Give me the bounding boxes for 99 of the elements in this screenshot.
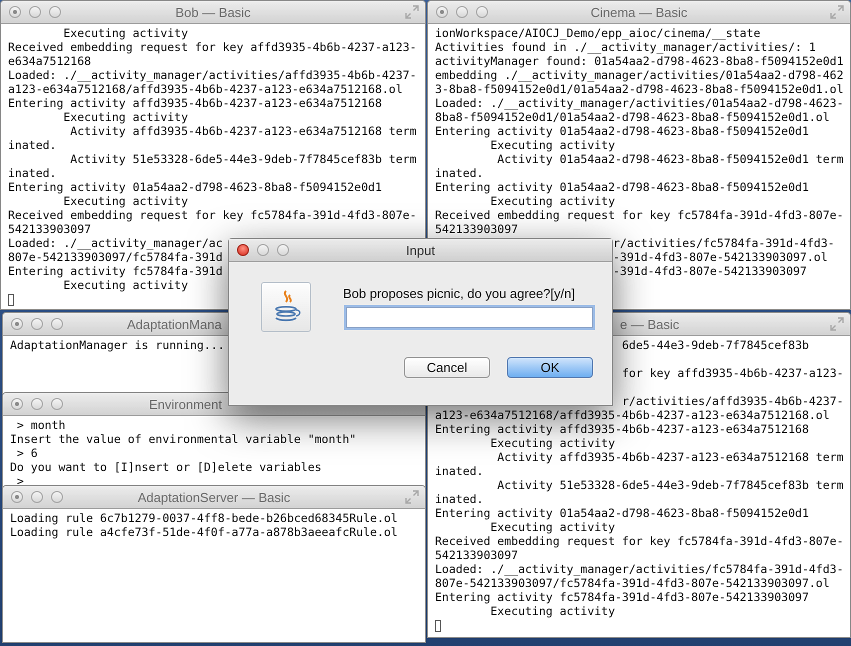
terminal-line: Executing activity (489, 520, 616, 534)
terminal-line: Executing activity (62, 278, 188, 292)
close-button[interactable] (436, 6, 448, 18)
terminal-line: AdaptationManager is running... (10, 338, 225, 352)
terminal-line: Entering activity 01a54aa2-d798-4623-8ba8-f5094152e0d1 (435, 180, 809, 194)
window-title: Cinema — Basic (590, 4, 688, 20)
fullscreen-button[interactable] (405, 490, 419, 504)
terminal-line: 542133903097 (8, 222, 92, 236)
text-cursor (8, 294, 14, 306)
terminal-line: Executing activity (62, 194, 188, 208)
minimize-button[interactable] (31, 318, 43, 330)
terminal-line: 807e-542133903097/fc5784fa-391d (8, 250, 223, 264)
terminal-line: Executing activity (489, 436, 616, 450)
terminal-line: Received embedding request for key affd3935-4b6b-4237-a123- (8, 40, 416, 54)
minimize-button[interactable] (31, 398, 43, 410)
close-button[interactable] (11, 491, 23, 503)
terminal-line: inated. (8, 166, 56, 180)
terminal-line: -391d-4fd3-807e-542133903097 (613, 264, 807, 278)
window-title: AdaptationServer — Basic (138, 490, 290, 504)
terminal-line: embedding ./__activity_manager/activities/01a54aa2-d798-462 (435, 68, 844, 82)
window-title: Environment (149, 396, 222, 412)
minimize-button[interactable] (456, 6, 468, 18)
terminal-line: activityManager found: 01a54aa2-d798-4623-8ba8-f5094152e0d1 (435, 54, 844, 68)
terminal-line: inated. (435, 492, 484, 506)
prompt-text: Bob proposes picnic, do you agree?[y/n] (343, 286, 576, 301)
terminal-line: Entering activity 01a54aa2-d798-4623-8ba8-f5094152e0d1 (8, 180, 382, 194)
terminal-line: Activities found in ./__activity_manager/activities/: 1 (435, 40, 816, 54)
minimize-button[interactable] (31, 491, 43, 503)
fullscreen-button[interactable] (405, 5, 419, 19)
terminal-line: Activity 51e53328-6de5-44e3-9deb-7f7845cef83b term (69, 152, 416, 166)
terminal-line: Activity 51e53328-6de5-44e3-9deb-7f7845cef83b term (496, 478, 844, 492)
terminal-line: Entering activity fc5784fa-391d-4fd3-807e-542133903097 (435, 590, 809, 604)
close-button[interactable] (237, 244, 249, 256)
terminal-line: Executing activity (489, 194, 616, 208)
terminal-line: 542133903097 (435, 548, 518, 562)
terminal-line: Loaded: ./__activity_manager/ac (8, 236, 223, 250)
minimize-button[interactable] (29, 6, 41, 18)
terminal-line: 542133903097 (435, 222, 518, 236)
fullscreen-button[interactable] (830, 5, 844, 19)
terminal-line: a123-e634a7512168/affd3935-4b6b-4237-a123-e634a7512168.ol (435, 408, 830, 422)
terminal-line: Activity affd3935-4b6b-4237-a123-e634a7512168 term (69, 124, 416, 138)
terminal-line: Loaded: ./__activity_manager/activities/fc5784fa-391d-4fd3- (435, 562, 844, 576)
input-field[interactable] (346, 307, 593, 328)
terminal-line: Received embedding request for key fc5784fa-391d-4fd3-807e- (435, 534, 844, 548)
fullscreen-button[interactable] (830, 317, 844, 331)
terminal-line: Entering activity affd3935-4b6b-4237-a123-e634a7512168 (8, 96, 382, 110)
terminal-line: inated. (435, 464, 484, 478)
terminal-line: Executing activity (62, 26, 188, 40)
coffee-cup-icon (261, 282, 311, 332)
terminal-line: r/activities/fc5784fa-391d-4fd3- (613, 236, 835, 250)
zoom-button[interactable] (51, 491, 63, 503)
terminal-line: 8ba8-f5094152e0d1/01a54aa2-d798-4623-8ba8-f5094152e0d1.ol (435, 110, 830, 124)
terminal-line: Entering activity 01a54aa2-d798-4623-8ba8-f5094152e0d1 (435, 506, 809, 520)
terminal-line: Do you want to [I]nsert or [D]elete variables (10, 460, 322, 474)
terminal-line: Received embedding request for key fc5784fa-391d-4fd3-807e- (8, 208, 416, 222)
terminal-line: Executing activity (489, 604, 616, 618)
terminal-line: 807e-542133903097/fc5784fa-391d-4fd3-807e-542133903097.ol (435, 576, 830, 590)
close-button[interactable] (9, 6, 21, 18)
terminal-line: Entering activity fc5784fa-391d (8, 264, 223, 278)
terminal-line: Loading rule 6c7b1279-0037-4ff8-bede-b26bced68345Rule.ol (10, 511, 398, 525)
terminal-line: r/activities/affd3935-4b6b-4237- (622, 394, 844, 408)
zoom-button[interactable] (49, 6, 61, 18)
terminal-line: Entering activity affd3935-4b6b-4237-a123-e634a7512168 (435, 422, 809, 436)
terminal-line: ionWorkspace/AIOCJ_Demo/epp_aioc/cinema/__state (435, 26, 760, 40)
zoom-button[interactable] (51, 318, 63, 330)
terminal-line: Insert the value of environmental variable "month" (10, 432, 356, 446)
zoom-button[interactable] (476, 6, 488, 18)
terminal-line: Executing activity (489, 138, 616, 152)
terminal-line: > month (16, 418, 66, 432)
zoom-button[interactable] (277, 244, 289, 256)
terminal-line: > (16, 474, 24, 487)
dialog-button[interactable]: Cancel (404, 357, 490, 378)
minimize-button[interactable] (257, 244, 269, 256)
terminal-line: Loaded: ./__activity_manager/activities/01a54aa2-d798-4623- (435, 96, 844, 110)
close-button[interactable] (11, 318, 23, 330)
terminal-line: > 6 (16, 446, 38, 460)
terminal-line: 3-8ba8-f5094152e0d1/01a54aa2-d798-4623-8ba8-f5094152e0d1.ol (435, 82, 844, 96)
terminal-line: e634a7512168 (8, 54, 92, 68)
zoom-button[interactable] (51, 398, 63, 410)
terminal-line: inated. (435, 166, 484, 180)
text-cursor (435, 620, 441, 632)
close-button[interactable] (11, 398, 23, 410)
window-title: e — Basic (620, 316, 680, 332)
terminal-line: -391d-4fd3-807e-542133903097.ol (613, 250, 828, 264)
terminal-line: Loading rule a4cfe73f-51de-4f0f-a77a-a878b3aeeafcRule.ol (10, 525, 398, 539)
dialog-button[interactable]: OK (507, 357, 593, 378)
window-title: Bob — Basic (175, 4, 251, 20)
terminal-line: Loaded: ./__activity_manager/activities/affd3935-4b6b-4237- (8, 68, 416, 82)
terminal-line: 6de5-44e3-9deb-7f7845cef83b (622, 338, 809, 352)
dialog-title: Input (406, 242, 435, 258)
terminal-line: Activity 01a54aa2-d798-4623-8ba8-f5094152e0d1 term (496, 152, 844, 166)
terminal-line: Received embedding request for key fc5784fa-391d-4fd3-807e- (435, 208, 844, 222)
terminal-line: Activity affd3935-4b6b-4237-a123-e634a7512168 term (496, 450, 844, 464)
window-title: AdaptationMana (127, 316, 222, 332)
terminal-line: Entering activity 01a54aa2-d798-4623-8ba8-f5094152e0d1 (435, 124, 809, 138)
terminal-line: Executing activity (62, 110, 188, 124)
terminal-line: inated. (8, 138, 56, 152)
terminal-line: for key affd3935-4b6b-4237-a123- (622, 366, 844, 380)
terminal-line: a123-e634a7512168/affd3935-4b6b-4237-a123-e634a7512168.ol (8, 82, 403, 96)
